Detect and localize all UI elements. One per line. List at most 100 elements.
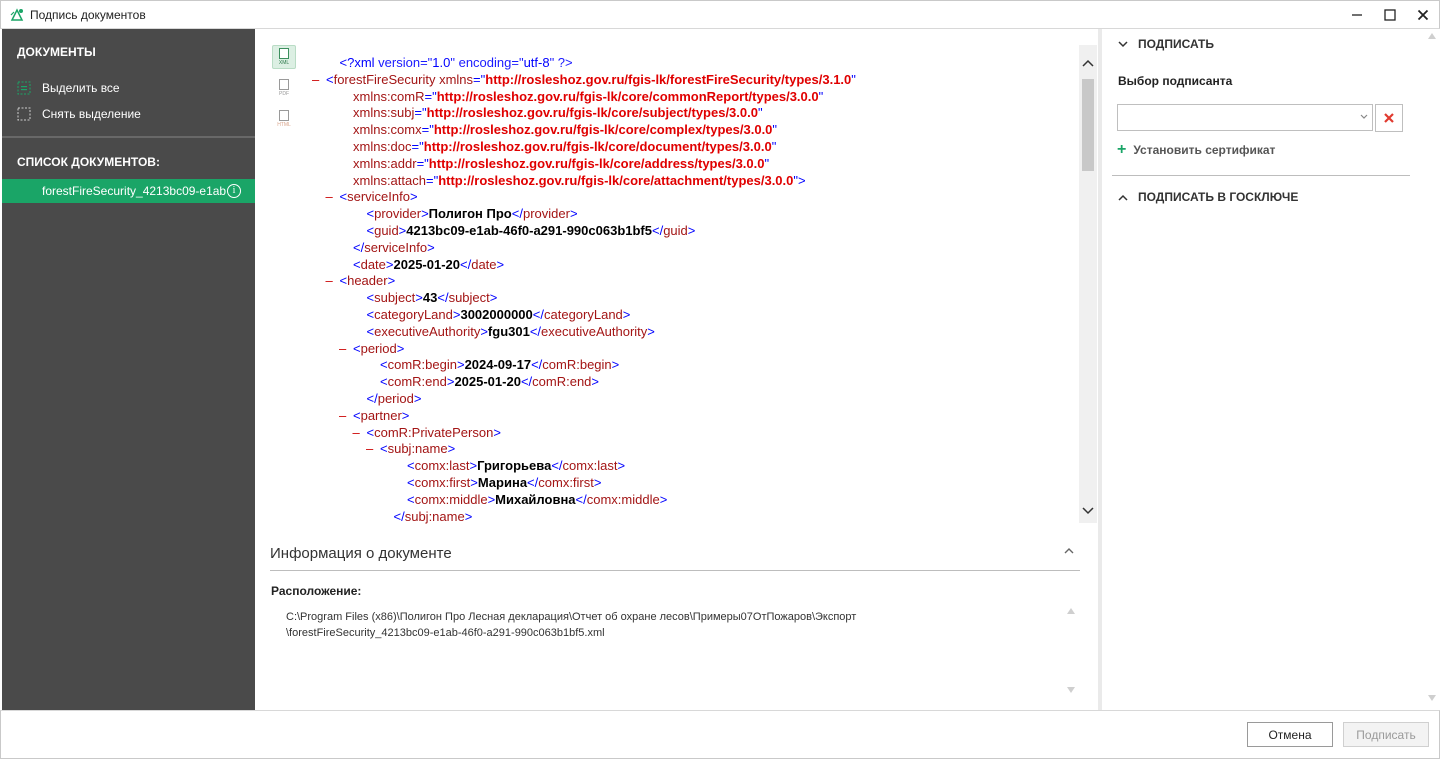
info-icon[interactable]: i — [227, 184, 241, 198]
xml-token: </ — [651, 222, 664, 238]
xml-token: > — [421, 206, 429, 222]
collapse-toggle[interactable]: – — [326, 189, 340, 206]
location-path: C:\Program Files (x86)\Полигон Про Лесна… — [286, 609, 1046, 641]
xml-scrollbar[interactable] — [1079, 45, 1097, 523]
xml-token: " — [818, 88, 824, 104]
html-file-icon — [279, 110, 289, 121]
clear-signer-button[interactable] — [1375, 104, 1403, 132]
xml-token: executiveAuthority — [541, 323, 648, 339]
dialog-footer: Отмена Подписать — [0, 710, 1440, 759]
goskey-section-header[interactable]: ПОДПИСАТЬ В ГОСКЛЮЧЕ — [1118, 190, 1298, 204]
xml-token: " — [772, 122, 778, 138]
xml-token: > — [622, 306, 631, 322]
collapse-toggle[interactable]: – — [353, 425, 367, 442]
close-icon — [1417, 9, 1428, 21]
xml-token: comx:first — [538, 474, 594, 490]
xml-line: – <header> — [312, 273, 1082, 290]
xml-line: <comx:middle>Михайловна</comx:middle> — [312, 492, 1082, 509]
tab-xml[interactable]: XML — [272, 45, 296, 69]
xml-line: <?xml version="1.0" encoding="utf-8" ?> — [312, 55, 1082, 72]
maximize-button[interactable] — [1373, 1, 1406, 29]
xml-token: http://rosleshoz.gov.ru/fgis-lk/core/com… — [433, 122, 773, 138]
collapse-toggle[interactable]: – — [339, 341, 353, 358]
xml-token: 4213bc09-e1ab-46f0-a291-990c063b1bf5 — [406, 222, 652, 238]
xml-token: </ — [520, 374, 533, 390]
xml-token: " — [851, 71, 856, 87]
tab-pdf[interactable]: PDF — [272, 76, 296, 100]
scroll-down-button[interactable] — [1079, 503, 1097, 519]
xml-token: categoryLand — [544, 306, 623, 322]
sign-section-header[interactable]: ПОДПИСАТЬ — [1118, 37, 1214, 51]
xml-token: serviceInfo — [364, 239, 428, 255]
xml-line: xmlns:addr="http://rosleshoz.gov.ru/fgis… — [312, 156, 1082, 173]
sign-button[interactable]: Подписать — [1343, 722, 1429, 747]
xml-token: > — [413, 390, 422, 406]
document-list-item[interactable]: forestFireSecurity_4213bc09-e1ab i — [2, 179, 255, 203]
collapse-toggle[interactable]: – — [326, 273, 340, 290]
xml-token: > — [611, 357, 620, 373]
xml-token: 1.0 — [432, 55, 451, 70]
chevron-up-icon[interactable] — [1064, 547, 1074, 555]
xml-token: partner — [360, 407, 402, 423]
xml-token: comR:PrivatePerson — [374, 424, 494, 440]
xml-viewer[interactable]: <?xml version="1.0" encoding="utf-8" ?> –… — [312, 55, 1082, 535]
xml-token: 2025-01-20 — [393, 256, 461, 272]
scroll-up-button[interactable] — [1079, 55, 1097, 71]
collapse-toggle[interactable]: – — [339, 408, 353, 425]
xml-token: > — [387, 273, 396, 289]
collapse-toggle[interactable]: – — [366, 441, 380, 458]
xml-line: <subject>43</subject> — [312, 290, 1082, 307]
deselect-button[interactable]: Снять выделение — [17, 107, 141, 121]
xml-token: subj:name — [387, 441, 448, 457]
signer-select[interactable] — [1117, 104, 1373, 131]
xml-token: < — [366, 222, 375, 238]
triangle-up-icon[interactable] — [1066, 607, 1076, 615]
select-all-button[interactable]: Выделить все — [17, 81, 120, 95]
document-info-title: Информация о документе — [270, 545, 452, 562]
xml-token: > — [593, 474, 602, 490]
right-panel-scrollbar[interactable] — [1424, 29, 1440, 710]
xml-token: > — [385, 256, 394, 272]
xml-token: > — [401, 407, 410, 423]
xml-token: utf-8 — [523, 55, 550, 70]
close-button[interactable] — [1406, 1, 1439, 29]
xml-token: < — [407, 458, 415, 474]
minimize-icon — [1351, 14, 1362, 16]
xml-token: > — [470, 474, 478, 490]
xml-token: executiveAuthority — [374, 323, 481, 339]
xml-token: < — [366, 306, 375, 322]
xml-token: > — [464, 508, 473, 524]
tab-html[interactable]: HTML — [272, 107, 296, 131]
xml-line: <executiveAuthority>fgu301</executiveAut… — [312, 324, 1082, 341]
xml-token: xmlns:doc — [353, 138, 412, 154]
triangle-down-icon[interactable] — [1066, 686, 1076, 694]
xml-token: xmlns:comx — [353, 122, 422, 138]
xml-token: < — [353, 256, 361, 272]
xml-token: > — [493, 424, 501, 440]
sidebar-divider — [2, 136, 255, 138]
xml-token: </ — [531, 357, 543, 373]
xml-token: 2024-09-17 — [464, 357, 532, 373]
signer-label: Выбор подписанта — [1118, 74, 1233, 88]
xml-line: <comR:begin>2024-09-17</comR:begin> — [312, 357, 1082, 374]
xml-token: <?xml — [339, 55, 379, 70]
xml-token: =" — [425, 172, 439, 188]
triangle-up-icon[interactable] — [1428, 33, 1436, 39]
documents-sidebar: ДОКУМЕНТЫ Выделить все Снять выделение С… — [2, 29, 255, 710]
collapse-toggle[interactable]: – — [312, 72, 326, 89]
xml-token: serviceInfo — [347, 189, 410, 205]
scroll-thumb[interactable] — [1082, 79, 1094, 171]
xml-token: http://rosleshoz.gov.ru/fgis-lk/core/add… — [428, 155, 765, 171]
xml-line: xmlns:comR="http://rosleshoz.gov.ru/fgis… — [312, 89, 1082, 106]
xml-token: > — [396, 340, 405, 356]
triangle-down-icon[interactable] — [1428, 695, 1436, 701]
minimize-button[interactable] — [1340, 1, 1373, 29]
document-info-header[interactable]: Информация о документе — [270, 537, 1080, 571]
xml-token: " ?> — [549, 55, 573, 70]
install-certificate-link[interactable]: + Установить сертификат — [1117, 142, 1275, 158]
xml-token: > — [659, 491, 668, 507]
cancel-button[interactable]: Отмена — [1247, 722, 1333, 747]
xml-token: comx:last — [562, 458, 618, 474]
pdf-file-icon — [279, 79, 289, 90]
xml-token: =" — [421, 122, 434, 138]
